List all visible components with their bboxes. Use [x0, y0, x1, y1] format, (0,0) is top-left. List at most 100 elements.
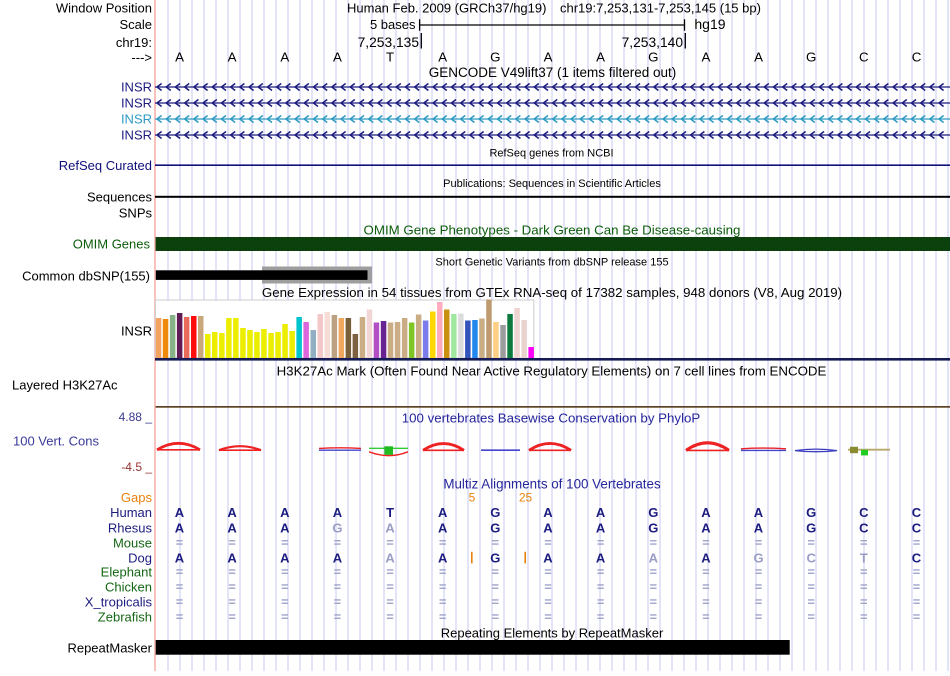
svg-text:A: A — [754, 520, 764, 535]
svg-text:A: A — [333, 551, 343, 566]
svg-text:C: C — [912, 50, 922, 65]
svg-text:Dog: Dog — [128, 551, 152, 566]
svg-text:Scale: Scale — [119, 17, 152, 32]
svg-text:Common dbSNP(155): Common dbSNP(155) — [22, 269, 150, 284]
svg-text:Layered H3K27Ac: Layered H3K27Ac — [12, 378, 118, 393]
svg-text:G: G — [806, 520, 816, 535]
svg-text:Sequences: Sequences — [87, 190, 153, 205]
svg-text:H3K27Ac Mark (Often Found Near: H3K27Ac Mark (Often Found Near Active Re… — [277, 364, 827, 379]
svg-text:Repeating Elements by RepeatMa: Repeating Elements by RepeatMasker — [441, 626, 664, 641]
svg-text:C: C — [859, 505, 869, 520]
svg-text:G: G — [648, 50, 658, 65]
svg-text:C: C — [859, 520, 869, 535]
svg-text:INSR: INSR — [121, 324, 152, 339]
svg-text:Rhesus: Rhesus — [108, 520, 153, 535]
svg-text:Short Genetic Variants from db: Short Genetic Variants from dbSNP releas… — [435, 257, 668, 269]
svg-text:Gene Expression in 54 tissues: Gene Expression in 54 tissues from GTEx … — [262, 285, 842, 300]
svg-text:G: G — [753, 551, 763, 566]
svg-text:Human: Human — [110, 505, 152, 520]
svg-text:-4.5 _: -4.5 _ — [121, 460, 152, 474]
svg-text:INSR: INSR — [121, 112, 152, 127]
svg-text:chr19:: chr19: — [116, 35, 152, 50]
svg-text:C: C — [912, 520, 922, 535]
svg-text:Zebrafish: Zebrafish — [98, 610, 152, 625]
svg-text:25: 25 — [519, 491, 533, 505]
svg-text:A: A — [385, 551, 395, 566]
svg-text:SNPs: SNPs — [119, 206, 153, 221]
svg-text:A: A — [438, 520, 448, 535]
svg-text:A: A — [280, 520, 290, 535]
svg-text:Mouse: Mouse — [113, 535, 152, 550]
svg-text:7,253,135: 7,253,135 — [358, 35, 420, 50]
svg-text:T: T — [386, 505, 394, 520]
svg-text:G: G — [806, 50, 816, 65]
svg-text:C: C — [807, 551, 817, 566]
svg-text:A: A — [175, 50, 184, 65]
svg-text:A: A — [544, 50, 553, 65]
svg-text:A: A — [175, 520, 185, 535]
svg-text:A: A — [701, 520, 711, 535]
svg-text:--->: ---> — [131, 50, 152, 65]
svg-text:5 bases: 5 bases — [370, 17, 416, 32]
svg-text:A: A — [227, 551, 237, 566]
svg-text:C: C — [859, 50, 869, 65]
svg-text:A: A — [543, 505, 553, 520]
svg-text:A: A — [754, 50, 763, 65]
svg-text:G: G — [490, 520, 500, 535]
svg-text:100 vertebrates Basewise Conse: 100 vertebrates Basewise Conservation by… — [402, 411, 701, 426]
svg-text:INSR: INSR — [121, 96, 152, 111]
svg-text:A: A — [754, 505, 764, 520]
svg-text:GENCODE V49lift37 (1 items fil: GENCODE V49lift37 (1 items filtered out) — [429, 65, 677, 80]
svg-text:INSR: INSR — [121, 128, 152, 143]
svg-text:A: A — [385, 520, 395, 535]
svg-text:A: A — [649, 551, 659, 566]
svg-text:100 Vert. Cons: 100 Vert. Cons — [13, 434, 99, 449]
svg-text:A: A — [701, 505, 711, 520]
svg-text:G: G — [490, 551, 500, 566]
svg-text:A: A — [280, 50, 289, 65]
svg-text:A: A — [175, 505, 185, 520]
svg-text:5: 5 — [469, 491, 476, 505]
svg-text:A: A — [438, 505, 448, 520]
svg-text:C: C — [912, 551, 922, 566]
svg-text:Publications: Sequences in Sci: Publications: Sequences in Scientific Ar… — [443, 178, 661, 190]
svg-text:A: A — [701, 50, 710, 65]
svg-text:A: A — [596, 50, 605, 65]
svg-text:Window Position: Window Position — [56, 1, 152, 16]
svg-text:A: A — [543, 551, 553, 566]
svg-text:C: C — [912, 505, 922, 520]
svg-text:A: A — [333, 50, 342, 65]
svg-text:A: A — [701, 551, 711, 566]
svg-text:A: A — [228, 50, 237, 65]
svg-text:A: A — [438, 50, 447, 65]
svg-text:A: A — [280, 551, 290, 566]
svg-text:G: G — [806, 505, 816, 520]
svg-text:Multiz Alignments of 100 Verte: Multiz Alignments of 100 Vertebrates — [443, 477, 661, 492]
svg-text:7,253,140: 7,253,140 — [622, 35, 684, 50]
svg-text:RepeatMasker: RepeatMasker — [67, 641, 152, 656]
svg-text:A: A — [596, 520, 606, 535]
svg-text:A: A — [227, 520, 237, 535]
svg-text:G: G — [332, 520, 342, 535]
svg-text:A: A — [175, 551, 185, 566]
svg-text:RefSeq Curated: RefSeq Curated — [59, 158, 152, 173]
svg-text:G: G — [490, 505, 500, 520]
svg-text:T: T — [860, 551, 868, 566]
svg-text:RefSeq genes from NCBI: RefSeq genes from NCBI — [489, 147, 613, 159]
svg-text:A: A — [227, 505, 237, 520]
svg-text:4.88 _: 4.88 _ — [119, 410, 153, 424]
svg-text:A: A — [596, 551, 606, 566]
svg-text:A: A — [333, 505, 343, 520]
svg-text:G: G — [648, 505, 658, 520]
svg-text:hg19: hg19 — [694, 16, 725, 32]
svg-text:OMIM Gene Phenotypes - Dark Gr: OMIM Gene Phenotypes - Dark Green Can Be… — [364, 223, 741, 238]
svg-text:INSR: INSR — [121, 80, 152, 95]
svg-text:Chicken: Chicken — [105, 580, 152, 595]
svg-text:A: A — [596, 505, 606, 520]
svg-text:G: G — [648, 520, 658, 535]
svg-text:Gaps: Gaps — [121, 490, 153, 505]
svg-text:chr19:7,253,131-7,253,145 (15: chr19:7,253,131-7,253,145 (15 bp) — [560, 1, 761, 16]
svg-text:Elephant: Elephant — [101, 565, 153, 580]
svg-text:A: A — [280, 505, 290, 520]
svg-text:X_tropicalis: X_tropicalis — [85, 595, 153, 610]
